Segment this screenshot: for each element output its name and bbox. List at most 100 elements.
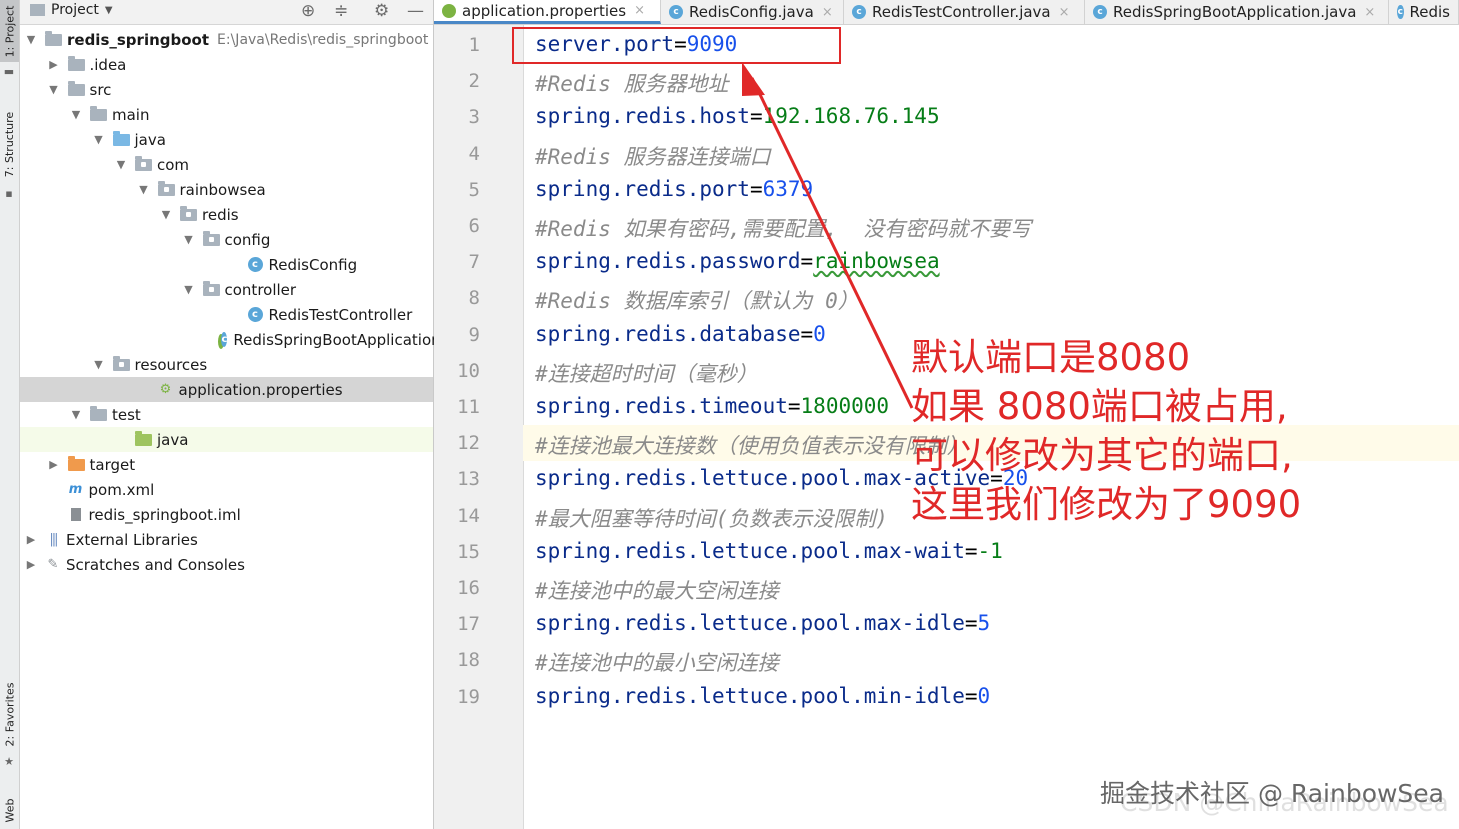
collapse-arrow-icon[interactable]: ▶ (25, 533, 37, 546)
properties-file-icon: ⚙ (159, 382, 172, 397)
tree-item[interactable]: ▶cRedisTestController (20, 302, 433, 327)
property-separator: = (749, 176, 763, 201)
star-icon: ★ (4, 755, 14, 768)
code-line: #连接超时时间（毫秒） (535, 358, 758, 388)
web-tool-tab[interactable]: Web (0, 792, 19, 828)
editor-tab[interactable]: c RedisConfig.java × (661, 0, 844, 24)
tree-item[interactable]: ▼ resources (20, 352, 433, 377)
editor-tab[interactable]: c RedisSpringBootApplication.java × (1085, 0, 1389, 24)
editor-tab-bar: application.properties × c RedisConfig.java… (434, 0, 1459, 25)
line-number: 16 (457, 577, 480, 599)
folder-icon: ▬ (3, 65, 15, 78)
collapse-arrow-icon[interactable]: ▶ (48, 58, 60, 71)
tree-item[interactable]: ▶cRedisSpringBootApplication (20, 327, 441, 352)
line-number: 18 (457, 649, 480, 672)
code-line: #连接池中的最大空闲连接 (535, 575, 779, 605)
property-key: spring.redis.database (535, 321, 801, 346)
tree-item[interactable]: ▼ config (20, 227, 433, 252)
module-file-icon (68, 507, 84, 522)
code-line: #Redis 如果有密码,需要配置, 没有密码就不要写 (535, 213, 1031, 243)
expand-arrow-icon[interactable]: ▼ (25, 33, 37, 46)
package-icon (157, 180, 175, 196)
code-line: #Redis 服务器地址 (535, 68, 729, 98)
project-tool-tab[interactable]: 1: Project (0, 0, 19, 62)
tree-item[interactable]: ▼ com (20, 152, 433, 177)
expand-arrow-icon[interactable]: ▼ (183, 283, 195, 296)
maven-icon: m (68, 482, 83, 497)
minimize-icon[interactable]: — (407, 1, 424, 21)
tree-item-label: redis_springboot (67, 30, 210, 49)
line-number: 1 (468, 34, 480, 56)
code-line: #Redis 数据库索引（默认为 0） (535, 285, 859, 315)
expand-arrow-icon[interactable]: ▼ (93, 133, 105, 146)
annotation-line-2: 如果 8080端口被占用, (911, 385, 1288, 428)
tree-item[interactable]: ▶ ✎ Scratches and Consoles (20, 552, 433, 577)
expand-arrow-icon[interactable]: ▼ (160, 208, 172, 221)
code-line: #连接池中的最小空闲连接 (535, 647, 779, 677)
expand-arrow-icon[interactable]: ▼ (70, 108, 82, 121)
expand-arrow-icon[interactable]: ▼ (183, 233, 195, 246)
annotation-line-1: 默认端口是8080 (911, 336, 1191, 379)
line-number: 4 (468, 142, 480, 165)
tree-item-label: com (157, 155, 190, 174)
close-icon[interactable]: × (822, 5, 833, 20)
line-number: 13 (457, 468, 480, 491)
project-view-selector[interactable]: Project ▼ (30, 2, 113, 18)
tree-item[interactable]: ▶redis_springboot.iml (20, 502, 433, 527)
collapse-arrow-icon[interactable]: ▶ (25, 558, 37, 571)
tree-item[interactable]: ▼ controller (20, 277, 433, 302)
annotation-line-4: 这里我们修改为了9090 (911, 483, 1302, 526)
tree-item[interactable]: ▼ redis_springboot E:\Java\Redis\redis_spr… (20, 27, 433, 52)
tree-item[interactable]: ▶java (20, 427, 433, 452)
tree-item[interactable]: ▶ ||| External Libraries (20, 527, 433, 552)
code-line: spring.redis.port=6379 (535, 177, 813, 201)
tree-item[interactable]: ▶mpom.xml (20, 477, 433, 502)
line-number: 19 (457, 685, 480, 708)
code-comment: #Redis 数据库索引（默认为 0） (535, 289, 859, 314)
expand-arrow-icon[interactable]: ▼ (115, 158, 127, 171)
close-icon[interactable]: × (1059, 5, 1070, 20)
chevron-down-icon: ▼ (104, 4, 113, 16)
editor-tab[interactable]: application.properties × (434, 0, 661, 24)
expand-arrow-icon[interactable]: ▼ (70, 408, 82, 421)
tree-item[interactable]: ▼ test (20, 402, 433, 427)
folder-icon (90, 105, 107, 121)
folder-icon (90, 405, 107, 421)
locate-icon[interactable]: ⊕ (301, 1, 315, 21)
tree-item[interactable]: ▶cRedisConfig (20, 252, 433, 277)
expand-arrow-icon[interactable]: ▼ (138, 183, 150, 196)
property-value: 5 (977, 611, 991, 636)
code-line: spring.redis.lettuce.pool.max-wait=-1 (535, 539, 1003, 563)
close-icon[interactable]: × (634, 3, 645, 18)
tree-item[interactable]: ▼ redis (20, 202, 433, 227)
code-comment: #Redis 如果有密码,需要配置, 没有密码就不要写 (535, 217, 1032, 241)
close-icon[interactable]: × (1364, 5, 1375, 20)
editor-tab[interactable]: c Redis (1389, 0, 1459, 24)
collapse-arrow-icon[interactable]: ▶ (48, 458, 60, 471)
tree-item[interactable]: ▼ src (20, 77, 433, 102)
project-folder-icon (30, 4, 45, 16)
expand-arrow-icon[interactable]: ▼ (93, 358, 105, 371)
tree-item[interactable]: ▼ java (20, 127, 433, 152)
editor-tab[interactable]: c RedisTestController.java × (844, 0, 1085, 24)
structure-tool-tab[interactable]: 7: Structure (0, 104, 19, 184)
folder-icon (112, 355, 130, 371)
tree-item[interactable]: ▶ .idea (20, 52, 433, 77)
tree-item[interactable]: ▼ rainbowsea (20, 177, 433, 202)
tree-item[interactable]: ▶ target (20, 452, 433, 477)
structure-icon: ▪ (5, 187, 13, 200)
favorites-tool-tab[interactable]: 2: Favorites (0, 676, 19, 752)
tree-item-label: main (112, 105, 150, 124)
tree-item-label: External Libraries (66, 530, 198, 549)
expand-arrow-icon[interactable]: ▼ (48, 83, 60, 96)
tree-item[interactable]: ▶⚙application.properties (20, 377, 433, 402)
property-separator: = (749, 104, 763, 129)
gear-icon[interactable]: ⚙ (374, 1, 389, 21)
collapse-all-icon[interactable]: ≑ (334, 1, 348, 21)
properties-file-icon (442, 3, 456, 18)
tree-item[interactable]: ▼ main (20, 102, 433, 127)
tree-item-label: controller (224, 280, 297, 299)
property-separator: = (787, 394, 801, 418)
package-icon (135, 155, 152, 171)
property-separator: = (964, 611, 978, 636)
